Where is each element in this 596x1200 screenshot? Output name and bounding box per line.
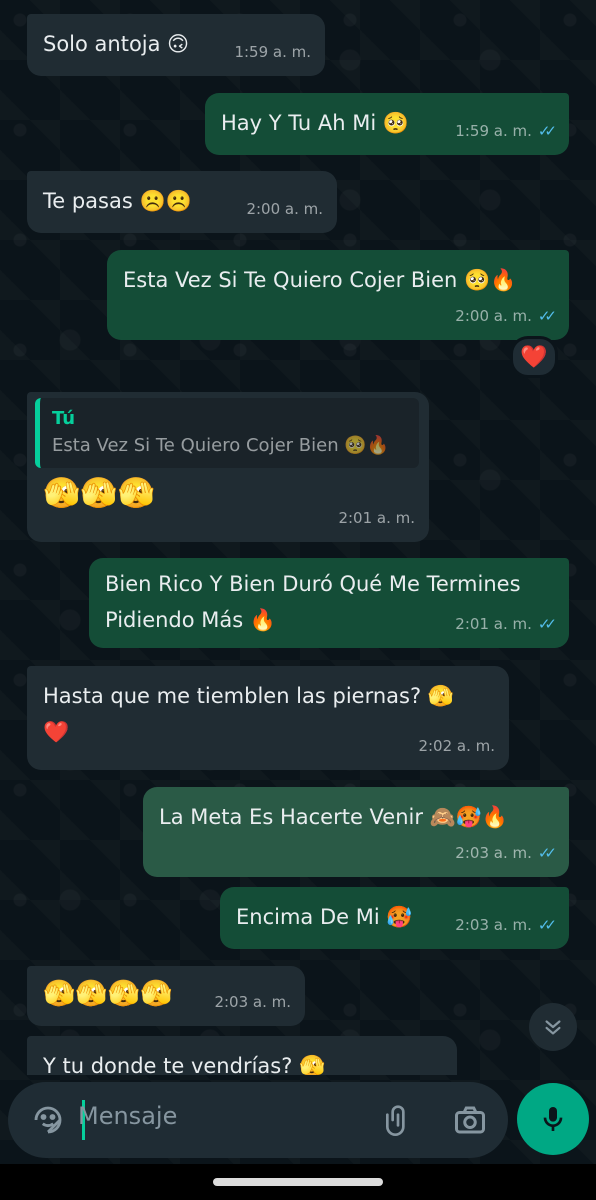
message-text: Y tu donde te vendrías? 🫣	[43, 1054, 326, 1075]
read-ticks-icon: ✓✓	[537, 307, 557, 325]
message-time: 2:02 a. m.	[418, 737, 495, 755]
message-bubble-outgoing[interactable]: Encima De Mi 🥵 2:03 a. m. ✓✓	[220, 887, 569, 949]
message-bubble-incoming[interactable]: Solo antoja 🙃 1:59 a. m.	[27, 14, 325, 76]
message-bubble-incoming-reply[interactable]: Tú Esta Vez Si Te Quiero Cojer Bien 🥺🔥 🫣…	[27, 392, 429, 542]
message-text: Te pasas ☹️☹️	[43, 189, 192, 213]
message-text: Hay Y Tu Ah Mi 🥺	[221, 111, 410, 135]
sticker-icon[interactable]	[30, 1102, 66, 1142]
quoted-text: Esta Vez Si Te Quiero Cojer Bien 🥺🔥	[52, 435, 390, 456]
mic-button[interactable]	[517, 1083, 589, 1155]
message-time: 2:01 a. m.	[455, 615, 532, 633]
message-time: 2:03 a. m.	[214, 993, 291, 1011]
message-time: 2:00 a. m.	[455, 307, 532, 325]
message-bubble-incoming[interactable]: Hasta que me tiemblen las piernas? 🫣 ❤️ …	[27, 666, 509, 770]
message-text: Hasta que me tiemblen las piernas? 🫣 ❤️	[43, 684, 461, 744]
message-meta: 2:00 a. m. ✓✓	[455, 298, 557, 334]
message-text: Solo antoja 🙃	[43, 32, 190, 56]
message-bubble-outgoing[interactable]: Hay Y Tu Ah Mi 🥺 1:59 a. m. ✓✓	[205, 93, 569, 155]
message-composer[interactable]: Mensaje	[8, 1082, 508, 1158]
message-bubble-outgoing[interactable]: Bien Rico Y Bien Duró Qué Me Termines Pi…	[89, 558, 569, 648]
message-meta: 1:59 a. m. ✓✓	[455, 113, 557, 149]
message-text: Esta Vez Si Te Quiero Cojer Bien 🥺🔥	[123, 268, 517, 292]
message-bubble-outgoing[interactable]: Esta Vez Si Te Quiero Cojer Bien 🥺🔥 2:00…	[107, 250, 569, 340]
read-ticks-icon: ✓✓	[537, 122, 557, 140]
message-time: 2:03 a. m.	[455, 916, 532, 934]
message-bubble-incoming[interactable]: Te pasas ☹️☹️ 2:00 a. m.	[27, 171, 337, 233]
message-list[interactable]: Solo antoja 🙃 1:59 a. m. Hay Y Tu Ah Mi …	[0, 0, 596, 1075]
mic-icon	[543, 1107, 563, 1131]
message-bubble-outgoing-selected[interactable]: La Meta Es Hacerte Venir 🙈🥵🔥 2:03 a. m. …	[143, 787, 569, 877]
message-time: 2:03 a. m.	[455, 844, 532, 862]
message-meta: 2:03 a. m. ✓✓	[455, 907, 557, 943]
message-bubble-incoming[interactable]: 🫣🫣🫣🫣 2:03 a. m.	[27, 966, 305, 1026]
read-ticks-icon: ✓✓	[537, 615, 557, 633]
message-text: La Meta Es Hacerte Venir 🙈🥵🔥	[159, 805, 509, 829]
system-nav-bar	[0, 1164, 596, 1200]
message-time: 2:00 a. m.	[246, 200, 323, 218]
message-meta: 2:03 a. m. ✓✓	[455, 835, 557, 871]
read-ticks-icon: ✓✓	[537, 916, 557, 934]
message-text: Encima De Mi 🥵	[236, 905, 413, 929]
scroll-to-bottom-button[interactable]	[529, 1003, 577, 1051]
message-meta: 2:02 a. m.	[418, 728, 495, 764]
message-time: 1:59 a. m.	[234, 43, 311, 61]
message-input[interactable]: Mensaje	[78, 1102, 177, 1130]
message-meta: 2:03 a. m.	[214, 984, 291, 1020]
home-gesture-pill[interactable]	[213, 1178, 383, 1186]
paperclip-icon[interactable]	[382, 1102, 414, 1142]
quoted-author: Tú	[52, 408, 76, 429]
message-meta: 1:59 a. m.	[234, 34, 311, 70]
message-meta: 2:00 a. m.	[246, 191, 323, 227]
message-text: 🫣🫣🫣🫣	[43, 979, 173, 1009]
message-meta: 2:01 a. m. ✓✓	[455, 606, 557, 642]
message-text: 🫣🫣🫣	[43, 476, 156, 511]
message-bubble-incoming[interactable]: Y tu donde te vendrías? 🫣	[27, 1036, 457, 1075]
double-chevron-down-icon	[545, 1020, 561, 1035]
read-ticks-icon: ✓✓	[537, 844, 557, 862]
quoted-message[interactable]: Tú Esta Vez Si Te Quiero Cojer Bien 🥺🔥	[35, 398, 419, 468]
reaction-heart[interactable]: ❤️	[510, 336, 558, 378]
camera-icon[interactable]	[452, 1102, 488, 1142]
message-time: 1:59 a. m.	[455, 122, 532, 140]
message-meta: 2:01 a. m.	[338, 500, 415, 536]
message-time: 2:01 a. m.	[338, 509, 415, 527]
